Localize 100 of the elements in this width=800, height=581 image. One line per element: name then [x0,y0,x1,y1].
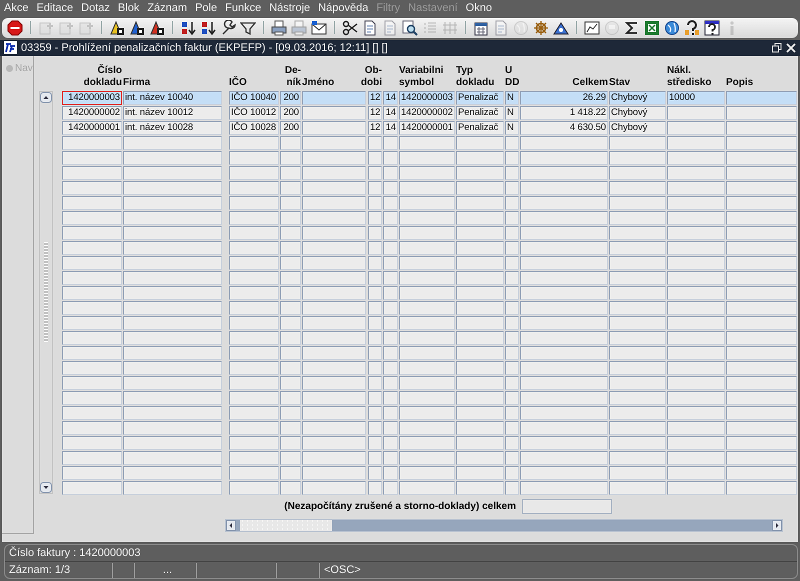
table-cell[interactable] [726,360,797,375]
table-cell[interactable] [520,240,608,255]
table-cell[interactable] [609,330,666,345]
table-cell[interactable] [399,406,455,420]
table-cell[interactable] [229,316,279,330]
table-cell[interactable]: int. název 10028 [123,120,222,135]
table-cell[interactable] [368,226,382,240]
table-cell[interactable] [383,180,398,195]
table-cell[interactable] [399,450,455,465]
table-cell[interactable] [368,136,382,150]
scroll-up-button[interactable] [40,92,52,103]
sort-descending-icon[interactable] [200,20,216,36]
table-cell[interactable] [667,106,725,120]
table-cell[interactable] [123,256,222,270]
scroll-down-button[interactable] [40,482,52,493]
table-cell[interactable] [368,330,382,345]
table-cell[interactable] [280,136,301,150]
menu-item[interactable]: Editace [36,2,74,14]
table-cell[interactable] [280,466,301,480]
table-cell[interactable] [667,226,725,240]
table-cell[interactable] [123,286,222,300]
table-cell[interactable] [520,376,608,390]
table-cell[interactable] [520,420,608,435]
table-cell[interactable] [62,270,122,285]
table-cell[interactable] [726,106,797,120]
table-cell[interactable] [280,150,301,165]
table-cell[interactable]: 200 [280,106,301,120]
printer-icon[interactable] [271,20,287,36]
table-cell[interactable] [399,180,455,195]
table-cell[interactable] [726,406,797,420]
table-cell[interactable] [229,466,279,480]
table-cell[interactable] [302,436,366,450]
table-cell[interactable] [383,436,398,450]
table-cell[interactable] [368,270,382,285]
table-cell[interactable] [520,316,608,330]
menu-item[interactable]: Akce [4,2,28,14]
table-cell[interactable] [667,330,725,345]
table-cell[interactable] [399,330,455,345]
table-cell[interactable] [456,270,504,285]
table-cell[interactable] [280,376,301,390]
table-cell[interactable]: IČO 10040 [229,90,279,105]
table-cell[interactable] [383,346,398,360]
table-cell[interactable] [726,436,797,450]
table-cell[interactable] [520,450,608,465]
table-cell[interactable]: Chybový [609,90,666,105]
globe-icon[interactable] [664,20,680,36]
table-cell[interactable] [609,136,666,150]
table-cell[interactable]: 200 [280,90,301,105]
table-cell[interactable] [302,316,366,330]
table-cell[interactable] [520,346,608,360]
table-cell[interactable] [368,316,382,330]
table-cell[interactable] [302,256,366,270]
chart-icon[interactable] [584,20,600,36]
table-cell[interactable]: 12 [368,120,382,135]
table-cell[interactable] [505,376,519,390]
table-cell[interactable] [280,330,301,345]
table-cell[interactable]: 1420000002 [399,106,455,120]
table-cell[interactable] [520,196,608,210]
table-cell[interactable] [520,136,608,150]
table-cell[interactable] [726,210,797,225]
table-cell[interactable] [667,450,725,465]
table-cell[interactable] [302,450,366,465]
table-cell[interactable] [229,330,279,345]
table-cell[interactable] [302,136,366,150]
table-cell[interactable] [123,210,222,225]
table-cell[interactable] [229,180,279,195]
table-cell[interactable] [505,390,519,405]
table-cell[interactable] [62,196,122,210]
table-cell[interactable] [726,256,797,270]
triangle-icon[interactable] [553,20,569,36]
table-cell[interactable]: int. název 10040 [123,90,222,105]
table-cell[interactable] [609,256,666,270]
scroll-right-button[interactable] [772,520,782,531]
table-cell[interactable] [609,210,666,225]
table-cell[interactable] [302,106,366,120]
table-cell[interactable]: 1420000001 [399,120,455,135]
table-cell[interactable] [383,240,398,255]
table-cell[interactable] [302,346,366,360]
table-cell[interactable] [609,240,666,255]
table-cell[interactable] [229,166,279,180]
scroll-grip[interactable] [44,242,48,342]
table-cell[interactable] [368,240,382,255]
table-cell[interactable] [667,406,725,420]
table-cell[interactable] [302,166,366,180]
table-cell[interactable] [609,180,666,195]
table-cell[interactable] [667,210,725,225]
table-cell[interactable] [505,450,519,465]
help-icon[interactable] [684,20,700,36]
table-cell[interactable] [280,436,301,450]
table-cell[interactable] [609,436,666,450]
table-cell[interactable] [456,360,504,375]
table-cell[interactable] [229,420,279,435]
table-cell[interactable] [667,360,725,375]
table-cell[interactable] [280,420,301,435]
table-cell[interactable] [229,240,279,255]
table-cell[interactable] [229,406,279,420]
table-cell[interactable] [505,286,519,300]
table-cell[interactable] [399,256,455,270]
table-cell[interactable] [456,286,504,300]
table-cell[interactable] [505,136,519,150]
